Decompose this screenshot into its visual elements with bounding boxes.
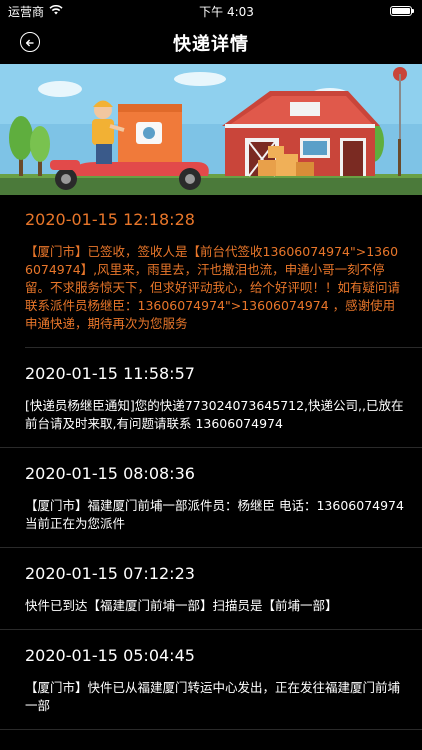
battery-level xyxy=(392,8,410,14)
battery-icon xyxy=(390,6,414,16)
tracking-description: 【厦门市】快件已从福建厦门转运中心发出，正在发往福建厦门前埔一部 xyxy=(25,680,401,713)
tracking-timeline: 2020-01-15 12:18:28 【厦门市】已签收，签收人是【前台代签收1… xyxy=(0,195,422,730)
tracking-entry: 2020-01-15 07:12:23 快件已到达【福建厦门前埔一部】扫描员是【… xyxy=(0,548,422,630)
tracking-description: 【厦门市】福建厦门前埔一部派件员：杨继臣 电话：13606074974 当前正在… xyxy=(25,498,404,531)
delivery-banner-illustration xyxy=(0,64,422,195)
wifi-icon xyxy=(49,4,63,18)
navigation-bar: 快递详情 xyxy=(0,22,422,64)
tracking-entry: 2020-01-15 08:08:36 【厦门市】福建厦门前埔一部派件员：杨继臣… xyxy=(0,448,422,548)
tracking-description: [快递员杨继臣通知]您的快递773024073645712,快递公司,,已放在前… xyxy=(25,398,404,431)
back-arrow-icon xyxy=(25,33,35,52)
page-title: 快递详情 xyxy=(173,34,249,55)
tracking-description: 快件已到达【福建厦门前埔一部】扫描员是【前埔一部】 xyxy=(25,598,338,613)
tracking-entry: 2020-01-15 05:04:45 【厦门市】快件已从福建厦门转运中心发出，… xyxy=(0,630,422,730)
tracking-time: 2020-01-15 11:58:57 xyxy=(25,364,195,383)
carrier-label: 运营商 xyxy=(8,4,45,19)
tracking-time: 2020-01-15 12:18:28 xyxy=(25,210,195,229)
back-button[interactable] xyxy=(20,32,40,52)
status-time: 下午 4:03 xyxy=(199,4,254,19)
status-bar: 运营商 下午 4:03 xyxy=(0,0,422,22)
tracking-time: 2020-01-15 07:12:23 xyxy=(25,564,195,583)
tracking-entry: 2020-01-15 11:58:57 [快递员杨继臣通知]您的快递773024… xyxy=(0,348,422,448)
tracking-time: 2020-01-15 08:08:36 xyxy=(25,464,195,483)
tracking-time: 2020-01-15 05:04:45 xyxy=(25,646,195,665)
tracking-description: 【厦门市】已签收，签收人是【前台代签收13606074974">13606074… xyxy=(25,244,401,331)
tracking-entry: 2020-01-15 12:18:28 【厦门市】已签收，签收人是【前台代签收1… xyxy=(0,195,422,347)
